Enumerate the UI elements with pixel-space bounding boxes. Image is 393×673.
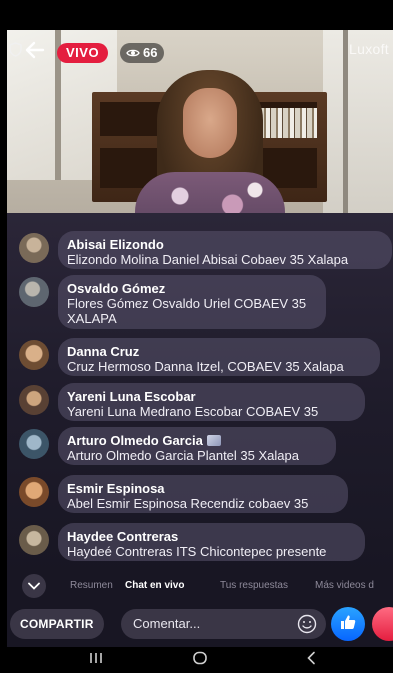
comment-text: Cruz Hermoso Danna Itzel, COBAEV 35 Xala… xyxy=(67,359,344,374)
back-arrow-icon[interactable] xyxy=(23,38,51,62)
like-button[interactable] xyxy=(331,607,365,641)
home-icon[interactable] xyxy=(185,651,215,669)
avatar[interactable] xyxy=(19,277,49,307)
comment-bubble[interactable]: Esmir Espinosa Abel Esmir Espinosa Recen… xyxy=(58,475,348,513)
status-bar xyxy=(0,0,393,30)
comment-author[interactable]: Yareni Luna Escobar xyxy=(67,389,355,404)
tab-chat-en-vivo[interactable]: Chat en vivo xyxy=(125,579,184,593)
system-nav-bar xyxy=(0,647,393,673)
tab-mas-videos[interactable]: Más videos d xyxy=(315,579,374,593)
comment-bubble[interactable]: Haydee Contreras Haydeé Contreras ITS Ch… xyxy=(58,523,365,561)
live-badge: VIVO xyxy=(57,43,109,63)
shield-icon xyxy=(9,42,23,58)
comment-placeholder: Comentar... xyxy=(133,616,201,631)
comment-author[interactable]: Haydee Contreras xyxy=(67,529,355,544)
brand-watermark: Luxoft xyxy=(349,41,389,57)
live-chat-panel: Abisai Elizondo Elizondo Molina Daniel A… xyxy=(7,213,393,573)
comment-text: Flores Gómez Osvaldo Uriel COBAEV 35 XAL… xyxy=(67,296,307,326)
heart-button[interactable] xyxy=(372,607,393,641)
share-button[interactable]: COMPARTIR xyxy=(10,609,104,639)
nav-back-icon[interactable] xyxy=(296,651,326,669)
eye-icon xyxy=(126,46,140,60)
comment-bubble[interactable]: Abisai Elizondo Elizondo Molina Daniel A… xyxy=(58,231,392,269)
image-icon xyxy=(206,435,221,446)
avatar[interactable] xyxy=(19,340,49,370)
viewer-count: 66 xyxy=(120,43,165,63)
recents-icon[interactable] xyxy=(81,651,111,669)
avatar[interactable] xyxy=(19,477,49,507)
comment-text: Arturo Olmedo Garcia Plantel 35 Xalapa xyxy=(67,448,299,463)
comment-author[interactable]: Arturo Olmedo Garcia xyxy=(67,433,326,448)
live-top-controls: VIVO 66 Luxoft xyxy=(7,36,393,66)
video-presenter xyxy=(135,70,285,213)
comment-author[interactable]: Abisai Elizondo xyxy=(67,237,382,252)
comment-author-name[interactable]: Arturo Olmedo Garcia xyxy=(67,433,203,448)
video-tabs: Resumen Chat en vivo Tus respuestas Más … xyxy=(7,573,393,599)
chevron-down-icon xyxy=(28,577,40,595)
comment-text: Haydeé Contreras ITS Chicontepec present… xyxy=(67,544,327,559)
avatar[interactable] xyxy=(19,233,49,263)
comment-author[interactable]: Osvaldo Gómez xyxy=(67,281,316,296)
comment-bar: COMPARTIR Comentar... xyxy=(7,599,393,647)
emoji-icon[interactable] xyxy=(297,614,317,634)
avatar[interactable] xyxy=(19,429,49,459)
avatar[interactable] xyxy=(19,525,49,555)
comment-bubble[interactable]: Osvaldo Gómez Flores Gómez Osvaldo Uriel… xyxy=(58,275,326,329)
comment-author[interactable]: Danna Cruz xyxy=(67,344,370,359)
comment-text: Abel Esmir Espinosa Recendiz cobaev 35 xyxy=(67,496,309,511)
collapse-chat-button[interactable] xyxy=(22,574,46,598)
comment-author[interactable]: Esmir Espinosa xyxy=(67,481,338,496)
comment-bubble[interactable]: Arturo Olmedo Garcia Arturo Olmedo Garci… xyxy=(58,427,336,465)
thumbs-up-icon xyxy=(339,613,357,636)
tab-tus-respuestas[interactable]: Tus respuestas xyxy=(220,579,288,593)
comment-bubble[interactable]: Danna Cruz Cruz Hermoso Danna Itzel, COB… xyxy=(58,338,380,376)
avatar[interactable] xyxy=(19,385,49,415)
viewer-count-value: 66 xyxy=(143,45,158,60)
comment-text: Elizondo Molina Daniel Abisai Cobaev 35 … xyxy=(67,252,349,267)
comment-input[interactable]: Comentar... xyxy=(121,609,326,639)
comment-bubble[interactable]: Yareni Luna Escobar Yareni Luna Medrano … xyxy=(58,383,365,421)
comment-text: Yareni Luna Medrano Escobar COBAEV 35 xyxy=(67,404,319,419)
tab-resumen[interactable]: Resumen xyxy=(70,579,113,593)
